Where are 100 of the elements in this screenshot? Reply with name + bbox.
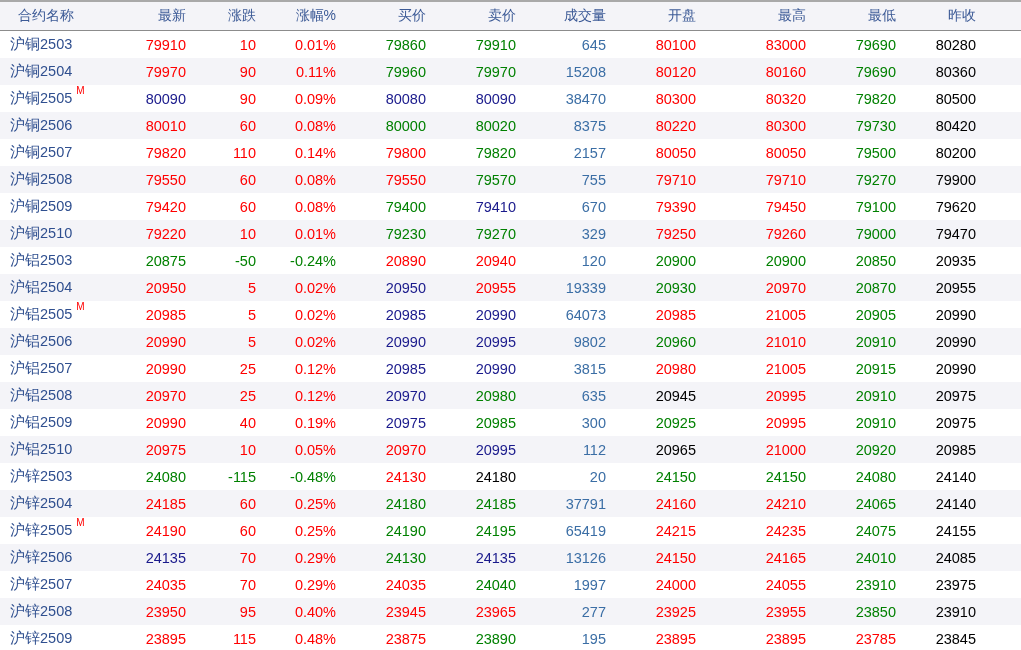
- table-cell-text: 79450: [764, 198, 806, 215]
- table-cell-text: 20990: [934, 306, 976, 323]
- contract-name: 沪锌2507: [10, 575, 73, 594]
- table-cell-text: 0.12%: [293, 387, 336, 404]
- table-cell-text: 24140: [934, 495, 976, 512]
- table-cell-text: 23850: [854, 603, 896, 620]
- table-row[interactable]: 沪铝2504 20950 5 0.02% 20950 20955 19339 20930 20970 20870 20955: [0, 274, 1021, 301]
- table-cell-text: 79820: [144, 144, 186, 161]
- table-cell-text: 80200: [934, 144, 976, 161]
- table-cell-text: 24165: [764, 549, 806, 566]
- table-row[interactable]: 沪锌2504 24185 60 0.25% 24180 24185 37791 24160 24210 24065 24140: [0, 490, 1021, 517]
- table-cell-text: 79270: [474, 225, 516, 242]
- table-cell-text: 0.01%: [293, 225, 336, 242]
- column-header[interactable]: 成交量: [516, 7, 606, 25]
- column-header[interactable]: 最高: [696, 7, 806, 25]
- table-cell-text: 20975: [934, 414, 976, 431]
- table-row[interactable]: 沪铝2508 20970 25 0.12% 20970 20980 635 20945 20995 20910 20975: [0, 382, 1021, 409]
- table-cell-text: 79250: [654, 225, 696, 242]
- table-cell-text: 20990: [384, 333, 426, 350]
- table-cell-text: 65419: [564, 522, 606, 539]
- table-cell-text: 70: [238, 549, 256, 566]
- table-cell-text: 20990: [934, 360, 976, 377]
- table-cell-text: 20970: [764, 279, 806, 296]
- table-cell-text: 120: [580, 252, 606, 269]
- contract-name: 沪铝2503: [10, 251, 73, 270]
- column-header[interactable]: 开盘: [606, 7, 696, 25]
- table-row[interactable]: 沪铜2508 79550 60 0.08% 79550 79570 755 79710 79710 79270 79900: [0, 166, 1021, 193]
- table-cell-text: 80500: [934, 90, 976, 107]
- column-header[interactable]: 买价: [336, 7, 426, 25]
- table-cell-text: 24195: [474, 522, 516, 539]
- column-header[interactable]: 卖价: [426, 7, 516, 25]
- table-cell-text: 80280: [934, 36, 976, 53]
- table-cell-text: 19339: [564, 279, 606, 296]
- main-contract-label: M: [76, 301, 85, 312]
- table-cell-text: 24000: [654, 576, 696, 593]
- contract-name: 沪铝2506: [10, 332, 73, 351]
- table-cell-text: 20970: [384, 387, 426, 404]
- table-cell-text: 329: [580, 225, 606, 242]
- table-cell-text: 23955: [764, 603, 806, 620]
- table-cell-text: 20985: [474, 414, 516, 431]
- table-cell-text: 80300: [654, 90, 696, 107]
- table-cell-text: 79900: [934, 171, 976, 188]
- contract-name: 沪铜2503: [10, 35, 73, 54]
- table-row[interactable]: 沪铝2506 20990 5 0.02% 20990 20995 9802 20960 21010 20910 20990: [0, 328, 1021, 355]
- table-cell-text: 37791: [564, 495, 606, 512]
- column-header[interactable]: 合约名称: [0, 7, 116, 25]
- table-cell-text: 20960: [654, 333, 696, 350]
- table-cell-text: 20925: [654, 414, 696, 431]
- table-cell-text: 79820: [854, 90, 896, 107]
- table-cell-text: 24135: [144, 549, 186, 566]
- table-cell-text: 70: [238, 576, 256, 593]
- table-cell-text: 23945: [384, 603, 426, 620]
- table-cell-text: 90: [238, 63, 256, 80]
- table-cell-text: 645: [580, 36, 606, 53]
- table-cell-text: 2157: [572, 144, 606, 161]
- table-row[interactable]: 沪铜2506 80010 60 0.08% 80000 80020 8375 80220 80300 79730 80420: [0, 112, 1021, 139]
- table-cell-text: 5: [246, 279, 256, 296]
- table-cell-text: 24160: [654, 495, 696, 512]
- table-cell-text: 21010: [764, 333, 806, 350]
- table-cell-text: 0.25%: [293, 495, 336, 512]
- column-header[interactable]: 最新: [116, 7, 186, 25]
- table-cell-text: 79260: [764, 225, 806, 242]
- contract-name: 沪铝2509: [10, 413, 73, 432]
- table-cell-text: 23965: [474, 603, 516, 620]
- table-row[interactable]: 沪铜2510 79220 10 0.01% 79230 79270 329 79250 79260 79000 79470: [0, 220, 1021, 247]
- column-header[interactable]: 涨幅%: [256, 7, 336, 25]
- table-cell-text: 110: [231, 144, 256, 161]
- table-cell-text: 20990: [474, 306, 516, 323]
- table-cell-text: 80090: [474, 90, 516, 107]
- table-cell-text: 20910: [854, 333, 896, 350]
- contract-name: 沪锌2504: [10, 494, 73, 513]
- table-cell-text: 79500: [854, 144, 896, 161]
- table-cell-text: 20955: [474, 279, 516, 296]
- table-row[interactable]: 沪铝2510 20975 10 0.05% 20970 20995 112 20965 21000 20920 20985: [0, 436, 1021, 463]
- table-cell-text: 20985: [144, 306, 186, 323]
- table-cell-text: 20875: [144, 252, 186, 269]
- table-cell-text: 21005: [764, 306, 806, 323]
- table-cell-text: 79270: [854, 171, 896, 188]
- table-cell-text: 20910: [854, 414, 896, 431]
- table-cell-text: 300: [580, 414, 606, 431]
- table-row[interactable]: 沪锌2508 23950 95 0.40% 23945 23965 277 23925 23955 23850 23910: [0, 598, 1021, 625]
- contract-name: 沪铜2505: [10, 89, 73, 108]
- table-cell-text: 670: [580, 198, 606, 215]
- table-cell-text: 79820: [474, 144, 516, 161]
- table-cell-text: 635: [580, 387, 606, 404]
- column-header[interactable]: 昨收: [896, 7, 976, 25]
- table-cell-text: 24150: [654, 549, 696, 566]
- table-cell-text: 80300: [764, 117, 806, 134]
- table-cell-text: 20985: [384, 360, 426, 377]
- column-header[interactable]: 最低: [806, 7, 896, 25]
- column-header[interactable]: 涨跌: [186, 7, 256, 25]
- table-row[interactable]: 沪锌2506 24135 70 0.29% 24130 24135 13126 24150 24165 24010 24085: [0, 544, 1021, 571]
- table-cell-text: 20995: [764, 414, 806, 431]
- table-cell-text: 80000: [384, 117, 426, 134]
- table-cell-text: 79550: [144, 171, 186, 188]
- table-cell-text: 80220: [654, 117, 696, 134]
- table-cell-text: 79970: [474, 63, 516, 80]
- table-row[interactable]: 沪铜2504 79970 90 0.11% 79960 79970 15208 80120 80160 79690 80360: [0, 58, 1021, 85]
- table-cell-text: 0.02%: [293, 279, 336, 296]
- table-cell-text: 0.40%: [293, 603, 336, 620]
